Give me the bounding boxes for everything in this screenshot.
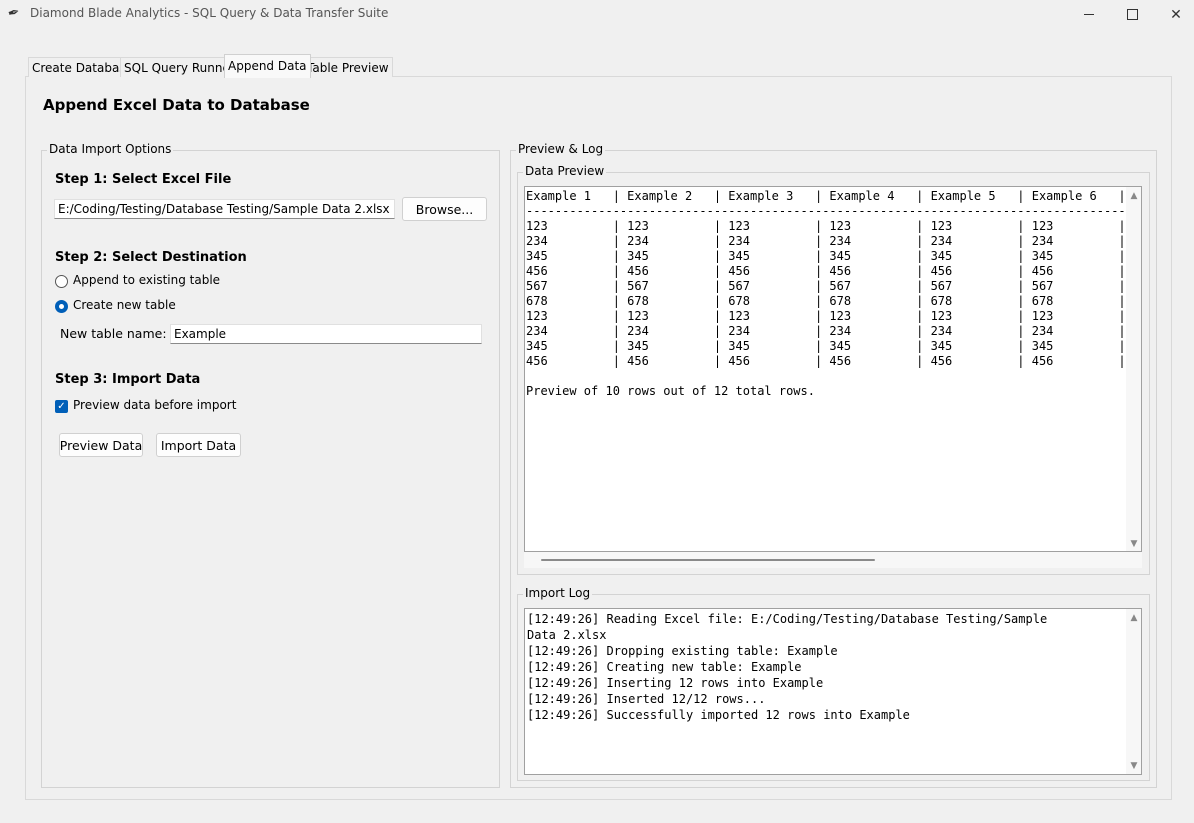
scroll-down-icon[interactable]: ▼ bbox=[1126, 761, 1141, 771]
check-icon: ✓ bbox=[57, 401, 66, 412]
browse-button[interactable]: Browse... bbox=[402, 197, 487, 221]
preview-log-label: Preview & Log bbox=[516, 142, 606, 156]
minimize-icon bbox=[1084, 14, 1094, 15]
import-log-vertical-scrollbar[interactable]: ▲ ▼ bbox=[1126, 609, 1141, 774]
tab-sql-query-runner[interactable]: SQL Query Runner bbox=[120, 57, 239, 77]
data-preview-horizontal-scrollbar[interactable] bbox=[524, 552, 1142, 568]
tab-table-preview[interactable]: Table Preview bbox=[303, 57, 393, 77]
import-options-group bbox=[41, 150, 500, 788]
step2-title: Step 2: Select Destination bbox=[55, 250, 247, 265]
data-preview-text: Example 1 | Example 2 | Example 3 | Exam… bbox=[526, 189, 1126, 398]
data-preview-textbox[interactable]: Example 1 | Example 2 | Example 3 | Exam… bbox=[524, 186, 1142, 552]
data-preview-vertical-scrollbar[interactable]: ▲ ▼ bbox=[1126, 187, 1141, 551]
new-table-name-input[interactable]: Example bbox=[170, 324, 482, 344]
scroll-up-icon[interactable]: ▲ bbox=[1126, 191, 1141, 201]
import-options-label: Data Import Options bbox=[47, 142, 174, 156]
close-button[interactable]: ✕ bbox=[1153, 0, 1194, 29]
append-existing-label: Append to existing table bbox=[73, 273, 221, 287]
append-existing-radio[interactable] bbox=[55, 275, 68, 288]
import-log-textbox[interactable]: [12:49:26] Reading Excel file: E:/Coding… bbox=[524, 608, 1142, 775]
excel-file-path-input[interactable]: E:/Coding/Testing/Database Testing/Sampl… bbox=[54, 199, 395, 219]
title-bar: ✒ Diamond Blade Analytics - SQL Query & … bbox=[0, 0, 1194, 29]
import-data-button[interactable]: Import Data bbox=[156, 433, 241, 457]
create-new-table-label: Create new table bbox=[73, 298, 176, 312]
feather-icon: ✒ bbox=[6, 4, 22, 23]
import-log-label: Import Log bbox=[523, 586, 593, 600]
page-title: Append Excel Data to Database bbox=[43, 96, 310, 114]
minimize-button[interactable] bbox=[1066, 0, 1112, 29]
tab-append-data[interactable]: Append Data bbox=[224, 54, 311, 78]
import-log-text: [12:49:26] Reading Excel file: E:/Coding… bbox=[527, 612, 1048, 722]
preview-before-import-checkbox[interactable]: ✓ bbox=[55, 400, 68, 413]
close-icon: ✕ bbox=[1170, 6, 1182, 23]
new-table-name-label: New table name: bbox=[60, 326, 167, 341]
step3-title: Step 3: Import Data bbox=[55, 372, 201, 387]
horizontal-scroll-thumb[interactable] bbox=[541, 559, 875, 561]
maximize-button[interactable] bbox=[1109, 0, 1155, 29]
maximize-icon bbox=[1126, 9, 1138, 20]
scroll-up-icon[interactable]: ▲ bbox=[1126, 613, 1141, 623]
window-title: Diamond Blade Analytics - SQL Query & Da… bbox=[30, 6, 389, 20]
preview-data-button[interactable]: Preview Data bbox=[59, 433, 143, 457]
preview-before-import-label: Preview data before import bbox=[73, 398, 237, 412]
create-new-table-radio[interactable] bbox=[55, 300, 68, 313]
scroll-down-icon[interactable]: ▼ bbox=[1126, 539, 1141, 549]
step1-title: Step 1: Select Excel File bbox=[55, 172, 232, 187]
data-preview-label: Data Preview bbox=[523, 164, 607, 178]
